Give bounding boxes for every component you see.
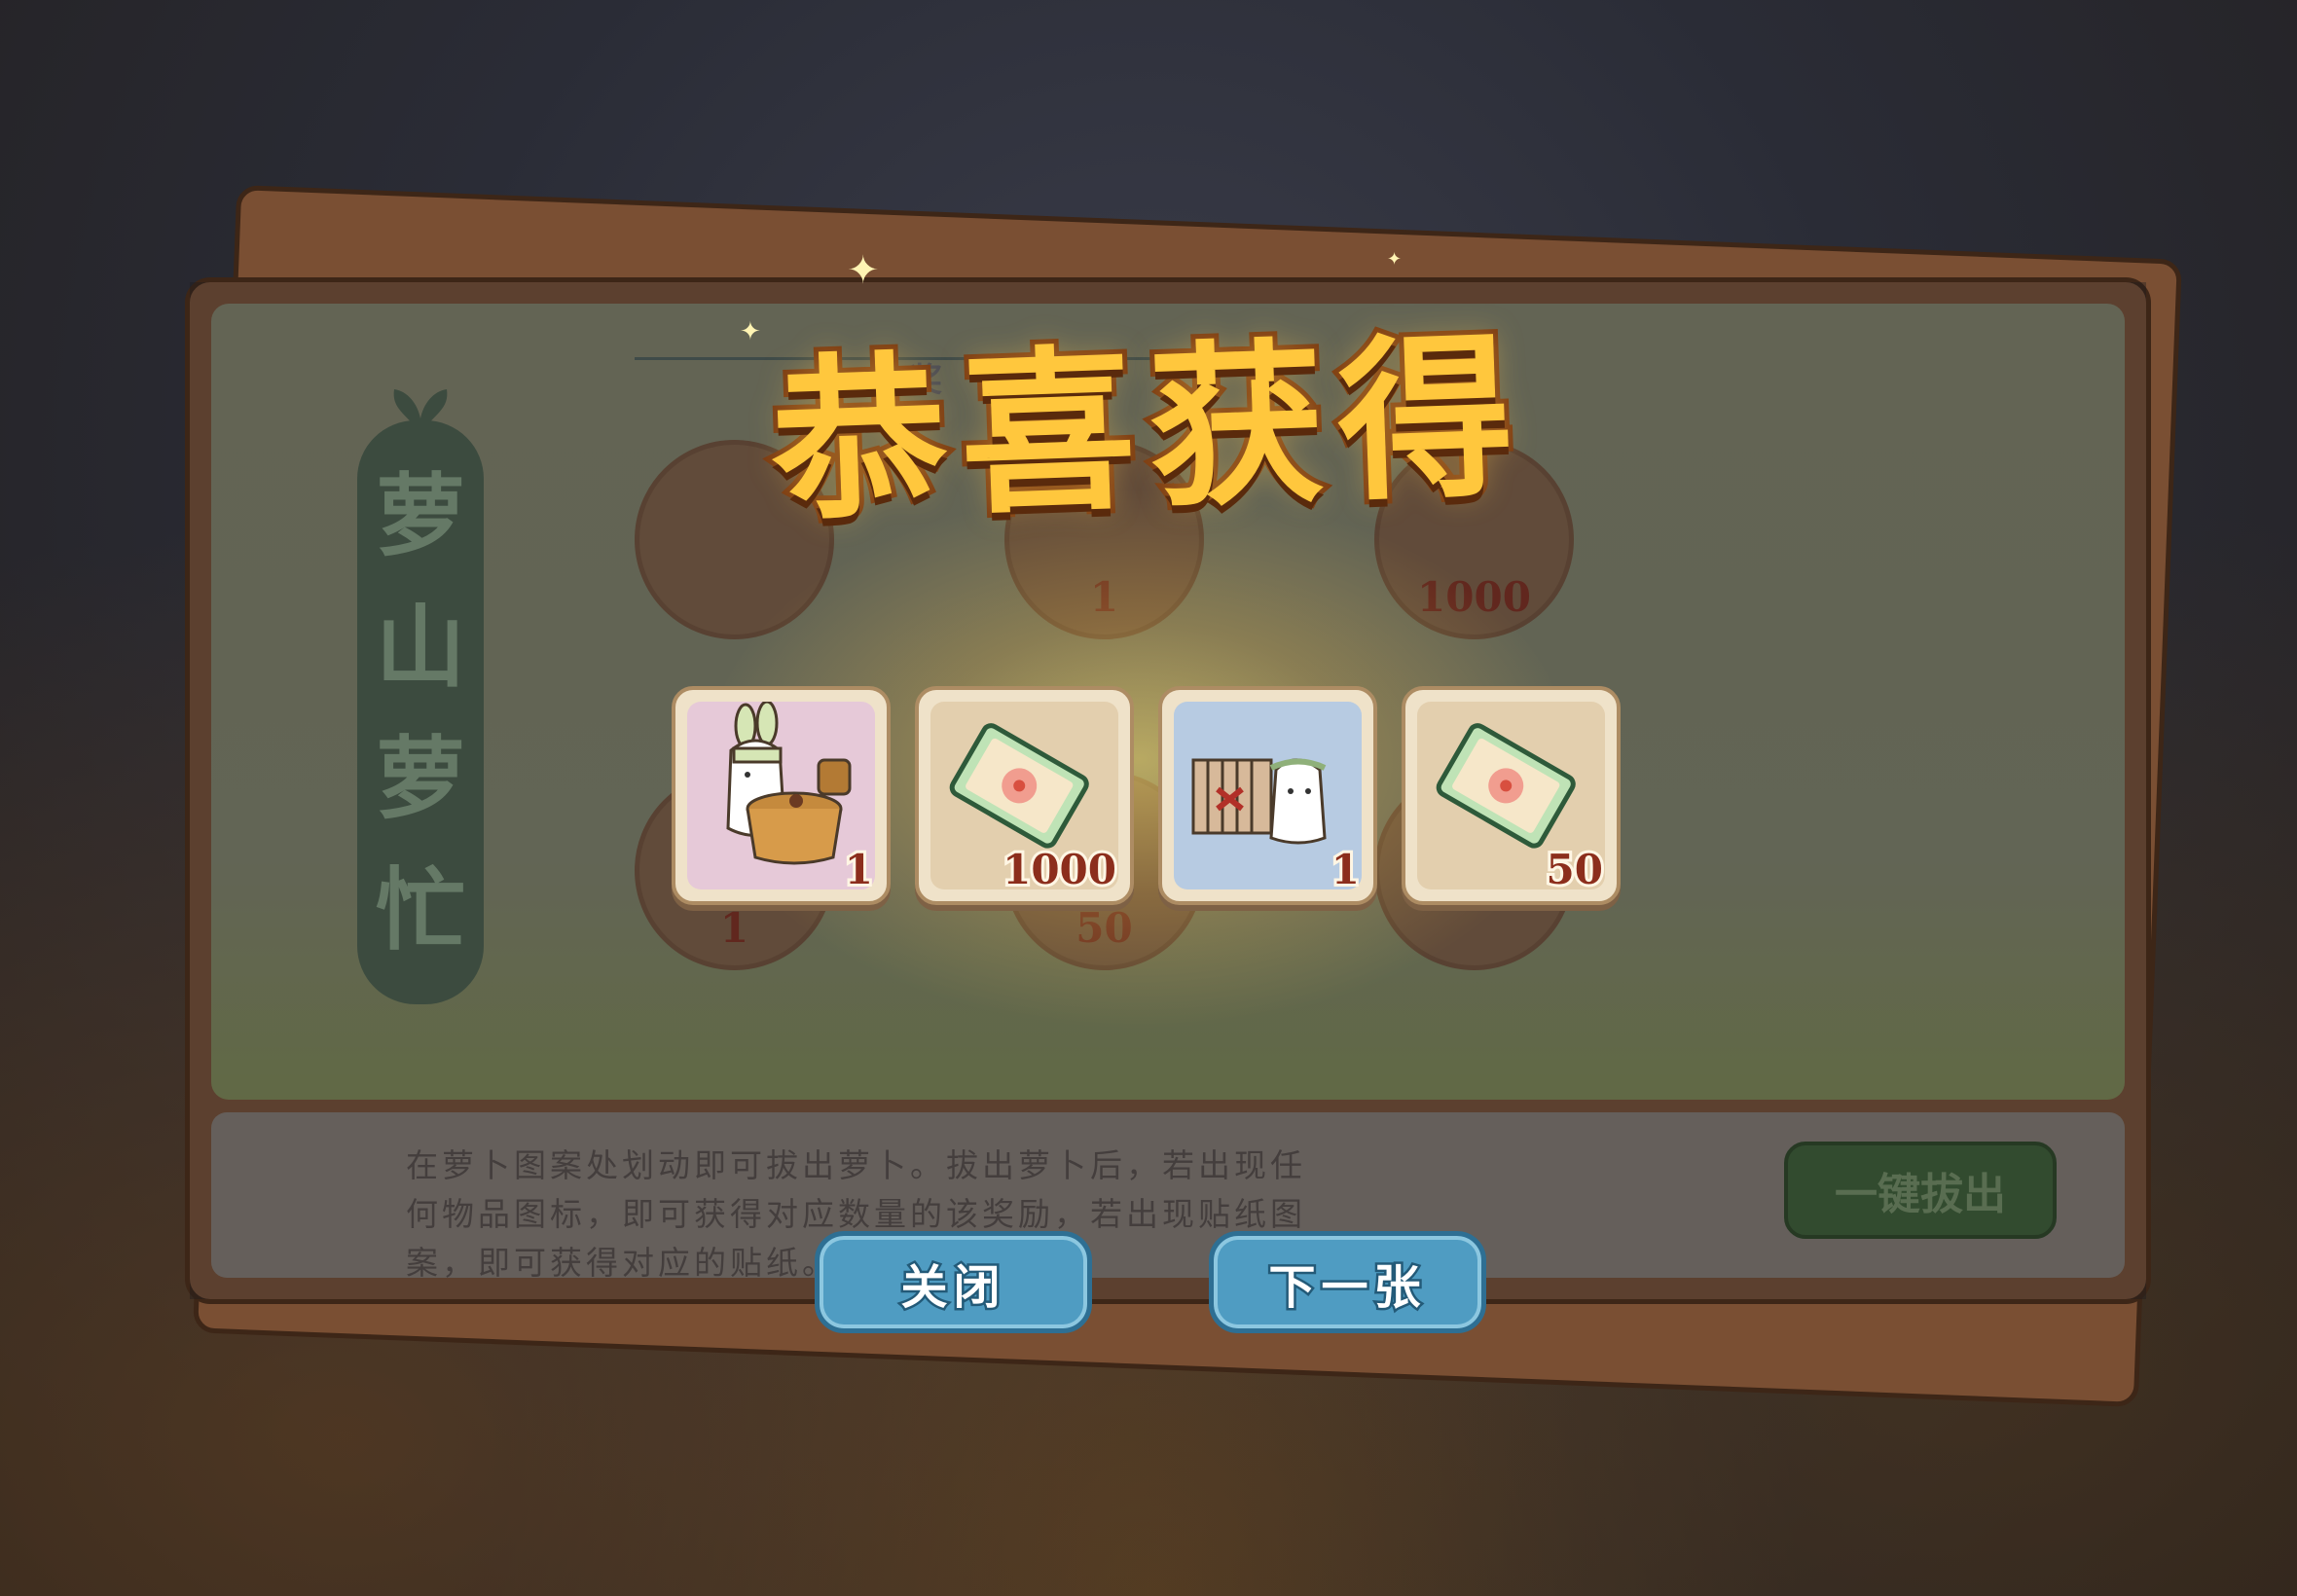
slot-count: 1000 [1417,573,1531,621]
rabbit-fence-scene-icon [1191,758,1327,845]
sparkle-icon: ✦ [847,248,880,293]
reward-card[interactable]: 50 [1402,686,1621,905]
reward-count: 1000 [1000,843,1119,896]
rabbit-tub-icon [726,702,852,865]
banner-char: 忙 [375,856,465,962]
leaf-icon [393,389,448,433]
slot-count: 1 [719,904,749,952]
reward-title: 恭喜获得 [740,292,1557,550]
reward-count: 50 [1544,843,1607,896]
sparkle-icon: ✦ [1387,249,1403,270]
reward-count: 1 [1329,843,1363,896]
quick-pull-button[interactable]: 一键拔出 [1784,1142,2057,1239]
close-button[interactable]: 关闭 [815,1231,1092,1333]
reward-card[interactable]: 1 [672,686,891,905]
reward-title-text: 恭喜获得 [763,308,1535,550]
reward-card[interactable]: 1 [1158,686,1377,905]
banner-char: 萝 [375,725,465,831]
banner-char: 山 [375,594,465,700]
next-card-button[interactable]: 下一张 [1209,1231,1486,1333]
reward-card[interactable]: 1000 [915,686,1134,905]
reward-list: 1 1000 1 50 [672,686,1621,910]
reward-count: 1 [842,843,876,896]
slot-count: 50 [1076,904,1133,952]
board-footer: 在萝卜图案处划动即可拔出萝卜。拔出萝卜后，若出现任何物品图标，即可获得对应数量的… [211,1112,2125,1282]
board-banner: 萝 山 萝 忙 [357,389,484,1004]
slot-count: 1 [1089,573,1119,621]
banner-char: 萝 [375,462,465,568]
